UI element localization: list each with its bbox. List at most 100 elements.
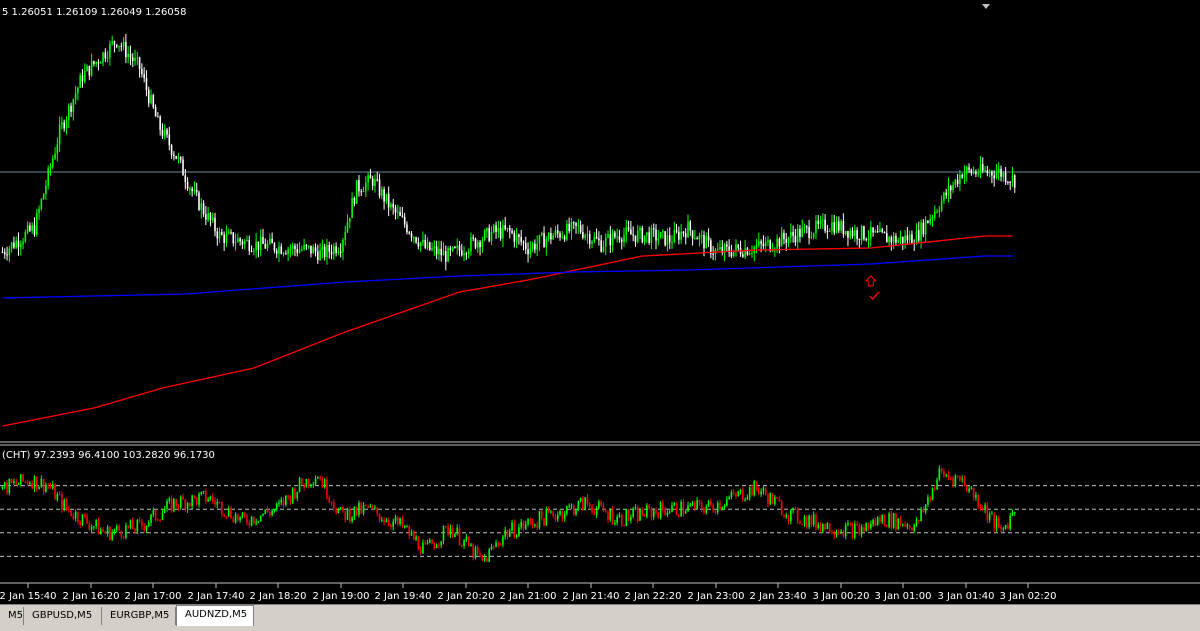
tab-m5[interactable]: M5 xyxy=(0,607,24,625)
candle-bear xyxy=(209,213,212,221)
candle-bear xyxy=(294,245,296,250)
histogram-bar-up xyxy=(209,496,212,500)
histogram-bar-up xyxy=(614,523,616,525)
candle-bull xyxy=(422,239,424,243)
histogram-bar-down xyxy=(655,510,657,513)
candle-bear xyxy=(851,230,854,237)
candle-bear xyxy=(760,241,762,244)
tab-eurgbp-m5[interactable]: EURGBP,M5 xyxy=(102,607,176,625)
histogram-bar-up xyxy=(680,501,682,517)
histogram-bar-down xyxy=(193,495,196,498)
chart-background xyxy=(0,0,1200,604)
time-tick-label: 2 Jan 21:00 xyxy=(500,591,557,602)
histogram-bar-down xyxy=(586,497,589,505)
candle-bull xyxy=(40,199,43,209)
histogram-bar-up xyxy=(323,479,326,488)
histogram-bar-up xyxy=(897,518,900,530)
candle-bear xyxy=(579,225,582,233)
candle-bear xyxy=(88,65,91,76)
candle-bull xyxy=(291,245,294,249)
histogram-bar-up xyxy=(534,524,536,526)
candle-bull xyxy=(8,248,11,256)
histogram-bar-down xyxy=(65,500,68,509)
candle-bull xyxy=(211,217,214,221)
candle-bull xyxy=(451,246,454,251)
candle-bull xyxy=(972,171,975,174)
candle-bear xyxy=(534,243,536,250)
histogram-bar-down xyxy=(335,508,337,513)
candle-bear xyxy=(824,219,826,231)
candle-bull xyxy=(24,232,27,242)
candle-bear xyxy=(652,228,655,230)
candle-bear xyxy=(335,246,337,254)
candle-bull xyxy=(365,182,367,192)
histogram-bar-up xyxy=(689,504,692,506)
candle-bear xyxy=(264,243,267,249)
histogram-bar-down xyxy=(248,522,251,526)
candle-bull xyxy=(390,203,392,208)
candle-bull xyxy=(924,220,927,235)
candle-bear xyxy=(175,155,177,159)
candle-bear xyxy=(353,198,356,204)
candle-bear xyxy=(949,186,952,191)
candle-bull xyxy=(136,57,139,59)
candle-bear xyxy=(872,227,874,233)
histogram-bar-up xyxy=(161,513,164,520)
histogram-bar-up xyxy=(988,513,991,520)
histogram-bar-down xyxy=(819,524,822,532)
histogram-bar-up xyxy=(632,509,634,517)
histogram-bar-down xyxy=(383,519,385,523)
histogram-bar-up xyxy=(278,502,280,504)
candle-bull xyxy=(225,233,228,243)
histogram-bar-down xyxy=(131,520,134,530)
histogram-bar-down xyxy=(24,481,27,483)
candle-bear xyxy=(975,171,977,174)
candle-bull xyxy=(486,228,488,231)
candle-bull xyxy=(892,235,895,243)
candle-bear xyxy=(682,231,685,234)
candle-bull xyxy=(815,220,817,234)
histogram-bar-down xyxy=(623,525,625,527)
candle-bear xyxy=(198,192,200,210)
histogram-bar-up xyxy=(598,501,600,509)
candle-bear xyxy=(991,171,993,176)
candle-bear xyxy=(833,222,836,233)
candle-bear xyxy=(518,234,520,237)
candle-bear xyxy=(250,250,253,252)
histogram-bar-down xyxy=(486,557,488,562)
histogram-bar-down xyxy=(138,519,141,521)
histogram-bar-up xyxy=(744,499,746,501)
histogram-bar-up xyxy=(984,505,986,511)
histogram-bar-up xyxy=(954,475,957,486)
histogram-bar-down xyxy=(205,491,207,502)
tab-audnzd-m5[interactable]: AUDNZD,M5 xyxy=(176,605,254,626)
histogram-bar-up xyxy=(456,527,459,534)
histogram-bar-up xyxy=(616,516,618,524)
histogram-bar-down xyxy=(758,487,760,495)
candle-bear xyxy=(876,230,879,233)
candle-bull xyxy=(218,232,221,239)
histogram-bar-down xyxy=(118,526,120,531)
histogram-bar-up xyxy=(470,544,472,547)
candle-bear xyxy=(885,233,888,243)
histogram-bar-up xyxy=(291,488,294,503)
candle-bear xyxy=(911,234,913,244)
histogram-bar-down xyxy=(949,477,952,479)
candle-bear xyxy=(182,159,184,176)
candle-bear xyxy=(522,241,525,243)
candle-bull xyxy=(200,203,203,210)
candle-bull xyxy=(77,87,79,94)
histogram-bar-down xyxy=(246,516,248,523)
chart-canvas[interactable]: 5 1.26051 1.26109 1.26049 1.26058 (CHT) … xyxy=(0,0,1200,604)
histogram-bar-down xyxy=(365,505,367,507)
histogram-bar-up xyxy=(136,519,139,532)
tab-gbpusd-m5[interactable]: GBPUSD,M5 xyxy=(24,607,102,625)
histogram-bar-down xyxy=(326,479,328,498)
candle-bull xyxy=(915,230,918,245)
histogram-bar-down xyxy=(977,495,979,507)
histogram-bar-down xyxy=(223,514,225,516)
candle-bull xyxy=(326,245,328,258)
candle-bear xyxy=(444,251,447,262)
candle-bull xyxy=(545,238,548,248)
candle-bear xyxy=(248,239,251,251)
